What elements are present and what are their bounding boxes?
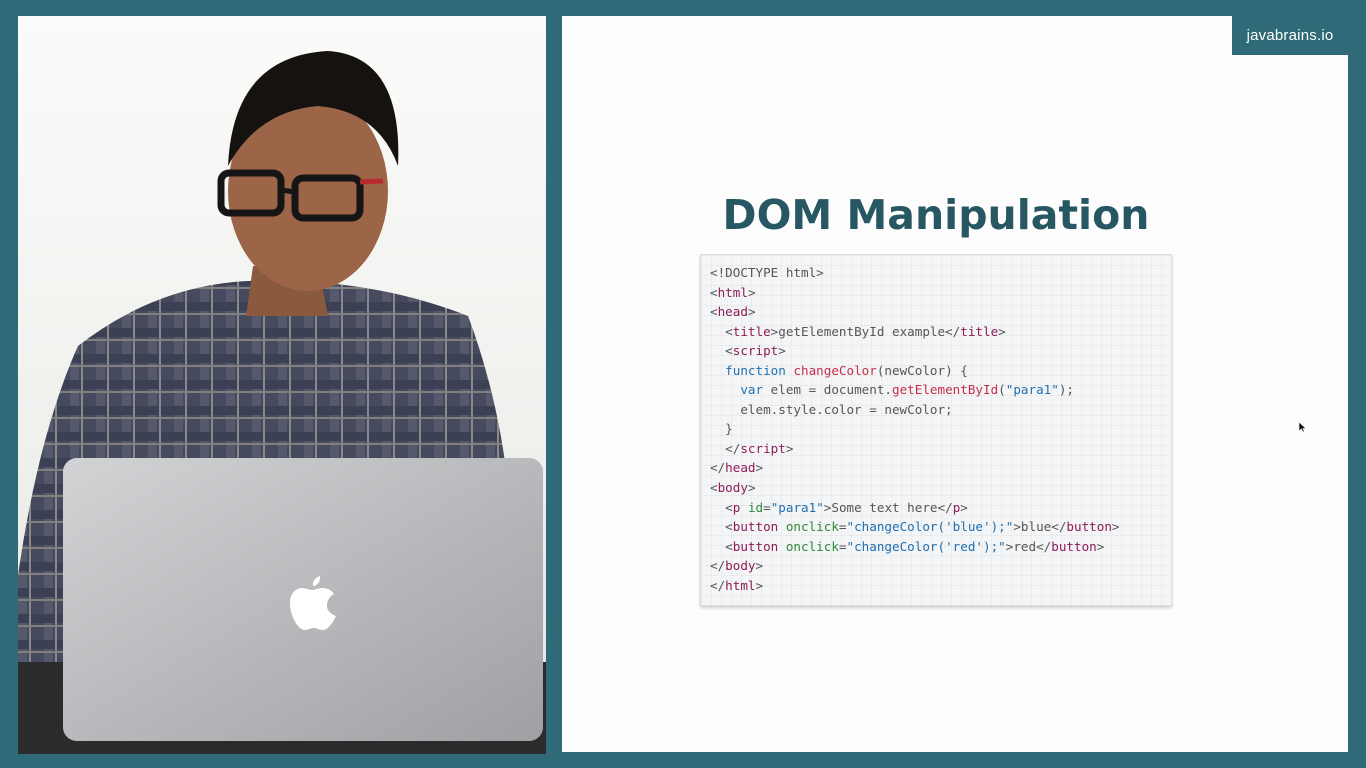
code-line: </html> bbox=[710, 576, 1171, 596]
code-token: > bbox=[747, 284, 756, 300]
presenter-video bbox=[18, 16, 546, 754]
code-token: > bbox=[747, 480, 756, 496]
code-token: < bbox=[710, 519, 733, 535]
code-token: html bbox=[725, 577, 756, 593]
code-token: html bbox=[717, 284, 748, 300]
code-line: <button onclick="changeColor('blue');">b… bbox=[710, 517, 1171, 537]
code-token: body bbox=[717, 480, 748, 496]
code-token: < bbox=[710, 304, 718, 320]
laptop bbox=[63, 458, 543, 741]
code-token: button bbox=[1066, 519, 1112, 535]
brand-badge[interactable]: javabrains.io bbox=[1232, 16, 1348, 55]
code-token: "para1" bbox=[770, 499, 824, 515]
code-token: ( bbox=[998, 382, 1006, 398]
code-token: = bbox=[763, 499, 771, 515]
code-token: </ bbox=[710, 460, 726, 476]
code-token: >red</ bbox=[1005, 538, 1052, 554]
code-token: ); bbox=[1058, 382, 1074, 398]
code-line: elem.style.color = newColor; bbox=[710, 400, 1171, 420]
slide-title: DOM Manipulation bbox=[722, 191, 1150, 239]
code-token: > bbox=[1111, 519, 1120, 535]
code-token: >blue</ bbox=[1013, 519, 1067, 535]
code-token: > bbox=[778, 343, 786, 359]
code-token: script bbox=[732, 343, 779, 359]
code-token: < bbox=[710, 480, 718, 496]
code-token: button bbox=[1051, 538, 1097, 554]
code-line: var elem = document.getElementById("para… bbox=[710, 380, 1171, 400]
code-token: var bbox=[740, 382, 764, 398]
code-token: button bbox=[732, 538, 779, 554]
code-token: > bbox=[755, 577, 764, 593]
code-token: title bbox=[732, 323, 771, 339]
code-token: } bbox=[710, 421, 733, 437]
code-line: </head> bbox=[710, 458, 1171, 478]
code-token: > bbox=[998, 323, 1006, 339]
code-token: onclick bbox=[785, 538, 839, 554]
mouse-pointer-icon bbox=[1299, 422, 1307, 432]
code-token: elem = document. bbox=[763, 382, 892, 398]
apple-logo-icon bbox=[290, 576, 336, 630]
code-token: (newColor) { bbox=[876, 362, 968, 378]
code-token: head bbox=[717, 304, 748, 320]
code-token: >Some text here</ bbox=[823, 499, 953, 515]
code-token: changeColor bbox=[793, 362, 877, 378]
code-token: < bbox=[710, 323, 733, 339]
code-line: </script> bbox=[710, 439, 1171, 459]
code-token: < bbox=[710, 499, 733, 515]
code-token: "changeColor('blue');" bbox=[846, 519, 1014, 535]
slide: javabrains.io DOM Manipulation <!DOCTYPE… bbox=[562, 16, 1348, 752]
code-token: > bbox=[1096, 538, 1105, 554]
code-block: <!DOCTYPE html> <html> <head> <title>getEl… bbox=[700, 254, 1172, 606]
code-token: = bbox=[838, 519, 847, 535]
code-token: body bbox=[725, 558, 756, 574]
code-token: < bbox=[710, 538, 733, 554]
code-token: script bbox=[740, 440, 786, 456]
code-token: </ bbox=[710, 440, 741, 456]
code-token: button bbox=[732, 519, 779, 535]
code-line: } bbox=[710, 419, 1171, 439]
code-token: < bbox=[710, 343, 733, 359]
code-line: <body> bbox=[710, 478, 1171, 498]
code-line: <button onclick="changeColor('red');">re… bbox=[710, 537, 1171, 557]
code-token: getElementById bbox=[892, 382, 999, 398]
code-line: <script> bbox=[710, 341, 1171, 361]
code-token: < bbox=[710, 284, 718, 300]
code-token: > bbox=[755, 558, 764, 574]
code-line: </body> bbox=[710, 556, 1171, 576]
code-token: >getElementById example</ bbox=[770, 323, 961, 339]
code-token: "changeColor('red');" bbox=[846, 538, 1006, 554]
code-token: > bbox=[785, 440, 794, 456]
code-line: <p id="para1">Some text here</p> bbox=[710, 498, 1171, 518]
code-token: <!DOCTYPE html> bbox=[710, 265, 824, 280]
code-token: > bbox=[755, 460, 764, 476]
code-token: > bbox=[747, 304, 756, 320]
code-line: function changeColor(newColor) { bbox=[710, 361, 1171, 381]
code-token: head bbox=[725, 460, 756, 476]
code-token: </ bbox=[710, 577, 726, 593]
code-token: </ bbox=[710, 558, 726, 574]
code-line: <!DOCTYPE html> bbox=[710, 263, 1171, 283]
code-token: "para1" bbox=[1005, 382, 1059, 398]
code-token: title bbox=[960, 323, 999, 339]
code-token: elem.style.color = newColor; bbox=[710, 401, 953, 417]
code-line: <head> bbox=[710, 302, 1171, 322]
code-line: <title>getElementById example</title> bbox=[710, 322, 1171, 342]
code-token: onclick bbox=[785, 519, 839, 535]
code-token: = bbox=[838, 538, 847, 554]
code-token: function bbox=[725, 362, 786, 378]
code-token: id bbox=[747, 499, 764, 515]
code-line: <html> bbox=[710, 283, 1171, 303]
code-token: > bbox=[960, 499, 968, 515]
